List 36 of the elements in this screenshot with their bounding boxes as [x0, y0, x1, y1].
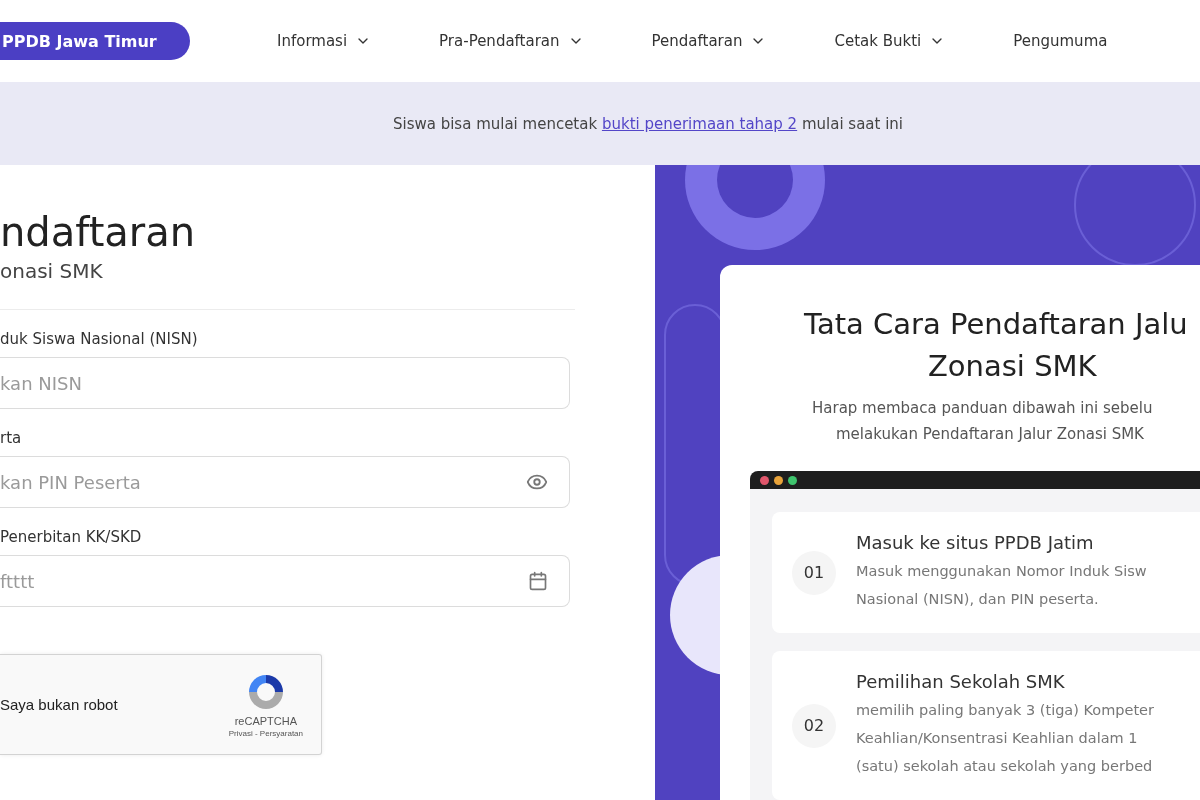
field-label: rta [0, 429, 23, 447]
nav-menu-item[interactable]: Pengumuma [1013, 32, 1108, 50]
step-description: Masuk menggunakan Nomor Induk Sisw [856, 562, 1147, 581]
captcha-links[interactable]: Privasi - Persyaratan [228, 729, 303, 738]
guide-subtitle: melakukan Pendaftaran Jalur Zonasi SMK [835, 424, 1145, 445]
step-number: 01 [792, 550, 836, 595]
field-label: Penerbitan KK/SKD [0, 528, 143, 546]
step-title: Masuk ke situs PPDB Jatim [856, 532, 1095, 553]
input-field[interactable]: kan PIN Peserta [0, 456, 570, 508]
captcha-brand: reCAPTCHA [234, 715, 298, 727]
captcha-label: Saya bukan robot [0, 696, 118, 713]
announcement-link[interactable]: bukti penerimaan tahap 2 [601, 114, 798, 133]
step-description: Nasional (NISN), dan PIN peserta. [856, 590, 1100, 609]
step-description: Keahlian/Konsentrasi Keahlian dalam 1 [856, 729, 1139, 748]
window-dot-icon [774, 475, 783, 485]
input-field[interactable]: kan NISN [0, 357, 570, 409]
nav-menu-item[interactable]: Pra-Pendaftaran [439, 32, 584, 50]
guide-title: Zonasi SMK [927, 348, 1098, 385]
guide-subtitle: Harap membaca panduan dibawah ini sebelu [811, 398, 1154, 419]
step-description: memilih paling banyak 3 (tiga) Kompeter [856, 701, 1154, 720]
input-field[interactable]: ftttt [0, 555, 570, 607]
nav-menu-item[interactable]: Cetak Bukti [834, 32, 946, 50]
calendar-icon[interactable] [528, 571, 548, 591]
step-number: 02 [792, 703, 836, 748]
announcement-text: Siswa bisa mulai mencetak bukti penerimaan tahap 2 mulai saat ini [392, 114, 904, 133]
site-logo[interactable]: PPDB Jawa Timur [0, 22, 190, 60]
step-title: Pemilihan Sekolah SMK [856, 671, 1066, 692]
guide-title: Tata Cara Pendaftaran Jalu [803, 306, 1189, 343]
window-dot-icon [788, 475, 797, 485]
page-title: ndaftaran [0, 208, 197, 257]
field-label: duk Siswa Nasional (NISN) [0, 330, 199, 348]
step-description: (satu) sekolah atau sekolah yang berbed [856, 757, 1154, 776]
nav-menu-item[interactable]: Pendaftaran [651, 32, 767, 50]
page-subtitle: onasi SMK [0, 259, 104, 283]
window-dot-icon [760, 475, 769, 485]
nav-menu-item[interactable]: Informasi [277, 32, 372, 50]
